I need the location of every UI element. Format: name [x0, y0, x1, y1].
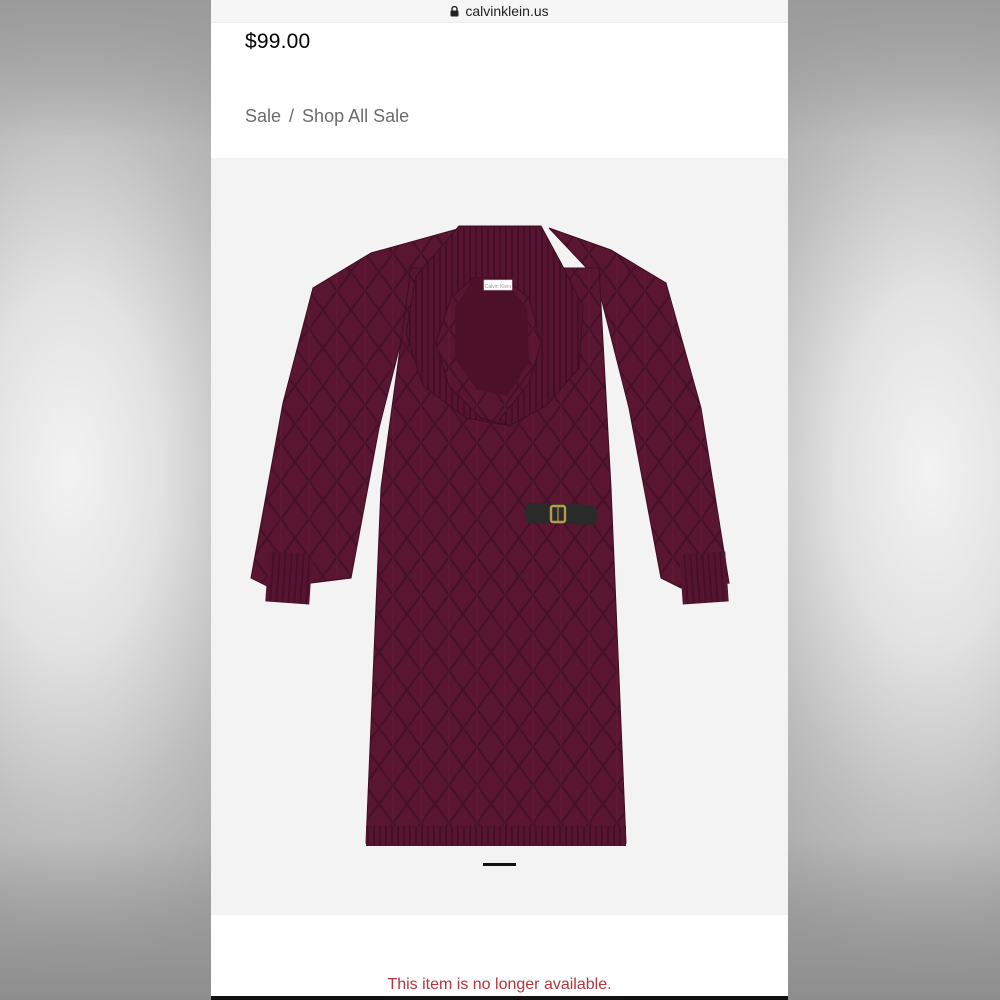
carousel-active-indicator[interactable] [483, 863, 516, 866]
lock-icon [450, 5, 459, 16]
breadcrumb-separator: / [289, 106, 295, 126]
page-frame: calvinklein.us $99.00 Sale / Shop All Sa… [211, 0, 788, 1000]
address-bar[interactable]: calvinklein.us [211, 0, 788, 23]
product-image-dress[interactable]: Calvin Klein [211, 158, 788, 915]
breadcrumb: Sale / Shop All Sale [245, 106, 409, 127]
availability-message: This item is no longer available. [387, 976, 612, 993]
bottom-edge-bar [211, 996, 788, 1000]
brand-label-text: Calvin Klein [485, 284, 512, 290]
url-text: calvinklein.us [465, 3, 549, 19]
product-price: $99.00 [245, 30, 311, 53]
breadcrumb-item-shop-all-sale[interactable]: Shop All Sale [302, 106, 409, 127]
breadcrumb-item-sale[interactable]: Sale [245, 106, 281, 127]
product-image-gallery[interactable]: Calvin Klein [211, 158, 788, 915]
